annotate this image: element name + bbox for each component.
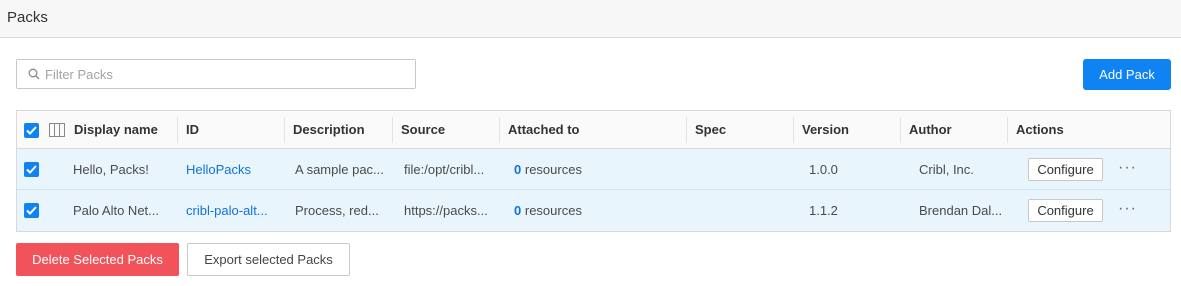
columns-icon[interactable] xyxy=(49,123,65,137)
attached-count[interactable]: 0 xyxy=(514,162,521,177)
filter-packs-field[interactable] xyxy=(16,59,416,89)
pack-id-link[interactable]: HelloPacks xyxy=(186,149,281,190)
table-row[interactable]: Hello, Packs! HelloPacks A sample pac...… xyxy=(17,149,1170,190)
pack-id-link[interactable]: cribl-palo-alt... xyxy=(186,190,281,231)
col-actions: Actions xyxy=(1016,122,1064,137)
add-pack-button[interactable]: Add Pack xyxy=(1083,59,1171,90)
attached-count[interactable]: 0 xyxy=(514,203,521,218)
table-row[interactable]: Palo Alto Net... cribl-palo-alt... Proce… xyxy=(17,190,1170,231)
configure-button[interactable]: Configure xyxy=(1028,158,1103,181)
col-id[interactable]: ID xyxy=(186,111,199,149)
more-options-icon[interactable]: ··· xyxy=(1118,149,1137,190)
col-attached-to[interactable]: Attached to xyxy=(508,111,580,149)
row-checkbox[interactable] xyxy=(24,162,39,177)
packs-table: Display name ID Description Source Attac… xyxy=(16,110,1171,232)
spec-cell xyxy=(695,149,790,190)
attached-to-cell[interactable]: 0 resources xyxy=(514,190,684,231)
select-all-checkbox[interactable] xyxy=(24,123,39,138)
source-cell: file:/opt/cribl... xyxy=(404,162,485,177)
column-divider xyxy=(284,117,285,143)
column-divider xyxy=(392,117,393,143)
column-divider xyxy=(177,117,178,143)
col-spec[interactable]: Spec xyxy=(695,111,726,149)
filter-packs-input[interactable] xyxy=(45,64,405,84)
col-author[interactable]: Author xyxy=(909,111,952,149)
configure-button[interactable]: Configure xyxy=(1028,199,1103,222)
export-selected-packs-button[interactable]: Export selected Packs xyxy=(187,243,350,276)
row-checkbox[interactable] xyxy=(24,203,39,218)
author-cell: Cribl, Inc. xyxy=(919,162,974,177)
spec-cell xyxy=(695,190,790,231)
delete-selected-packs-button[interactable]: Delete Selected Packs xyxy=(16,243,179,276)
attached-label: resources xyxy=(524,162,582,177)
version-cell: 1.0.0 xyxy=(809,162,838,177)
col-display-name[interactable]: Display name xyxy=(74,111,158,149)
col-version[interactable]: Version xyxy=(802,111,849,149)
column-divider xyxy=(686,117,687,143)
page-header: Packs xyxy=(0,0,1181,38)
checkmark-icon xyxy=(26,165,37,174)
description-cell: A sample pac... xyxy=(295,162,384,177)
col-description[interactable]: Description xyxy=(293,111,365,149)
checkmark-icon xyxy=(26,206,37,215)
column-divider xyxy=(1007,117,1008,143)
checkmark-icon xyxy=(26,126,37,135)
source-cell: https://packs... xyxy=(404,203,488,218)
more-options-icon[interactable]: ··· xyxy=(1118,190,1137,231)
col-source[interactable]: Source xyxy=(401,111,445,149)
version-cell: 1.1.2 xyxy=(809,203,838,218)
search-icon xyxy=(28,68,40,80)
column-divider xyxy=(793,117,794,143)
display-name-cell: Hello, Packs! xyxy=(73,162,149,177)
attached-label: resources xyxy=(524,203,582,218)
display-name-cell: Palo Alto Net... xyxy=(73,203,159,218)
table-header: Display name ID Description Source Attac… xyxy=(17,111,1170,149)
description-cell: Process, red... xyxy=(295,203,379,218)
column-divider xyxy=(499,117,500,143)
page-title: Packs xyxy=(7,9,48,26)
column-divider xyxy=(900,117,901,143)
author-cell: Brendan Dal... xyxy=(919,203,1003,218)
attached-to-cell[interactable]: 0 resources xyxy=(514,149,684,190)
